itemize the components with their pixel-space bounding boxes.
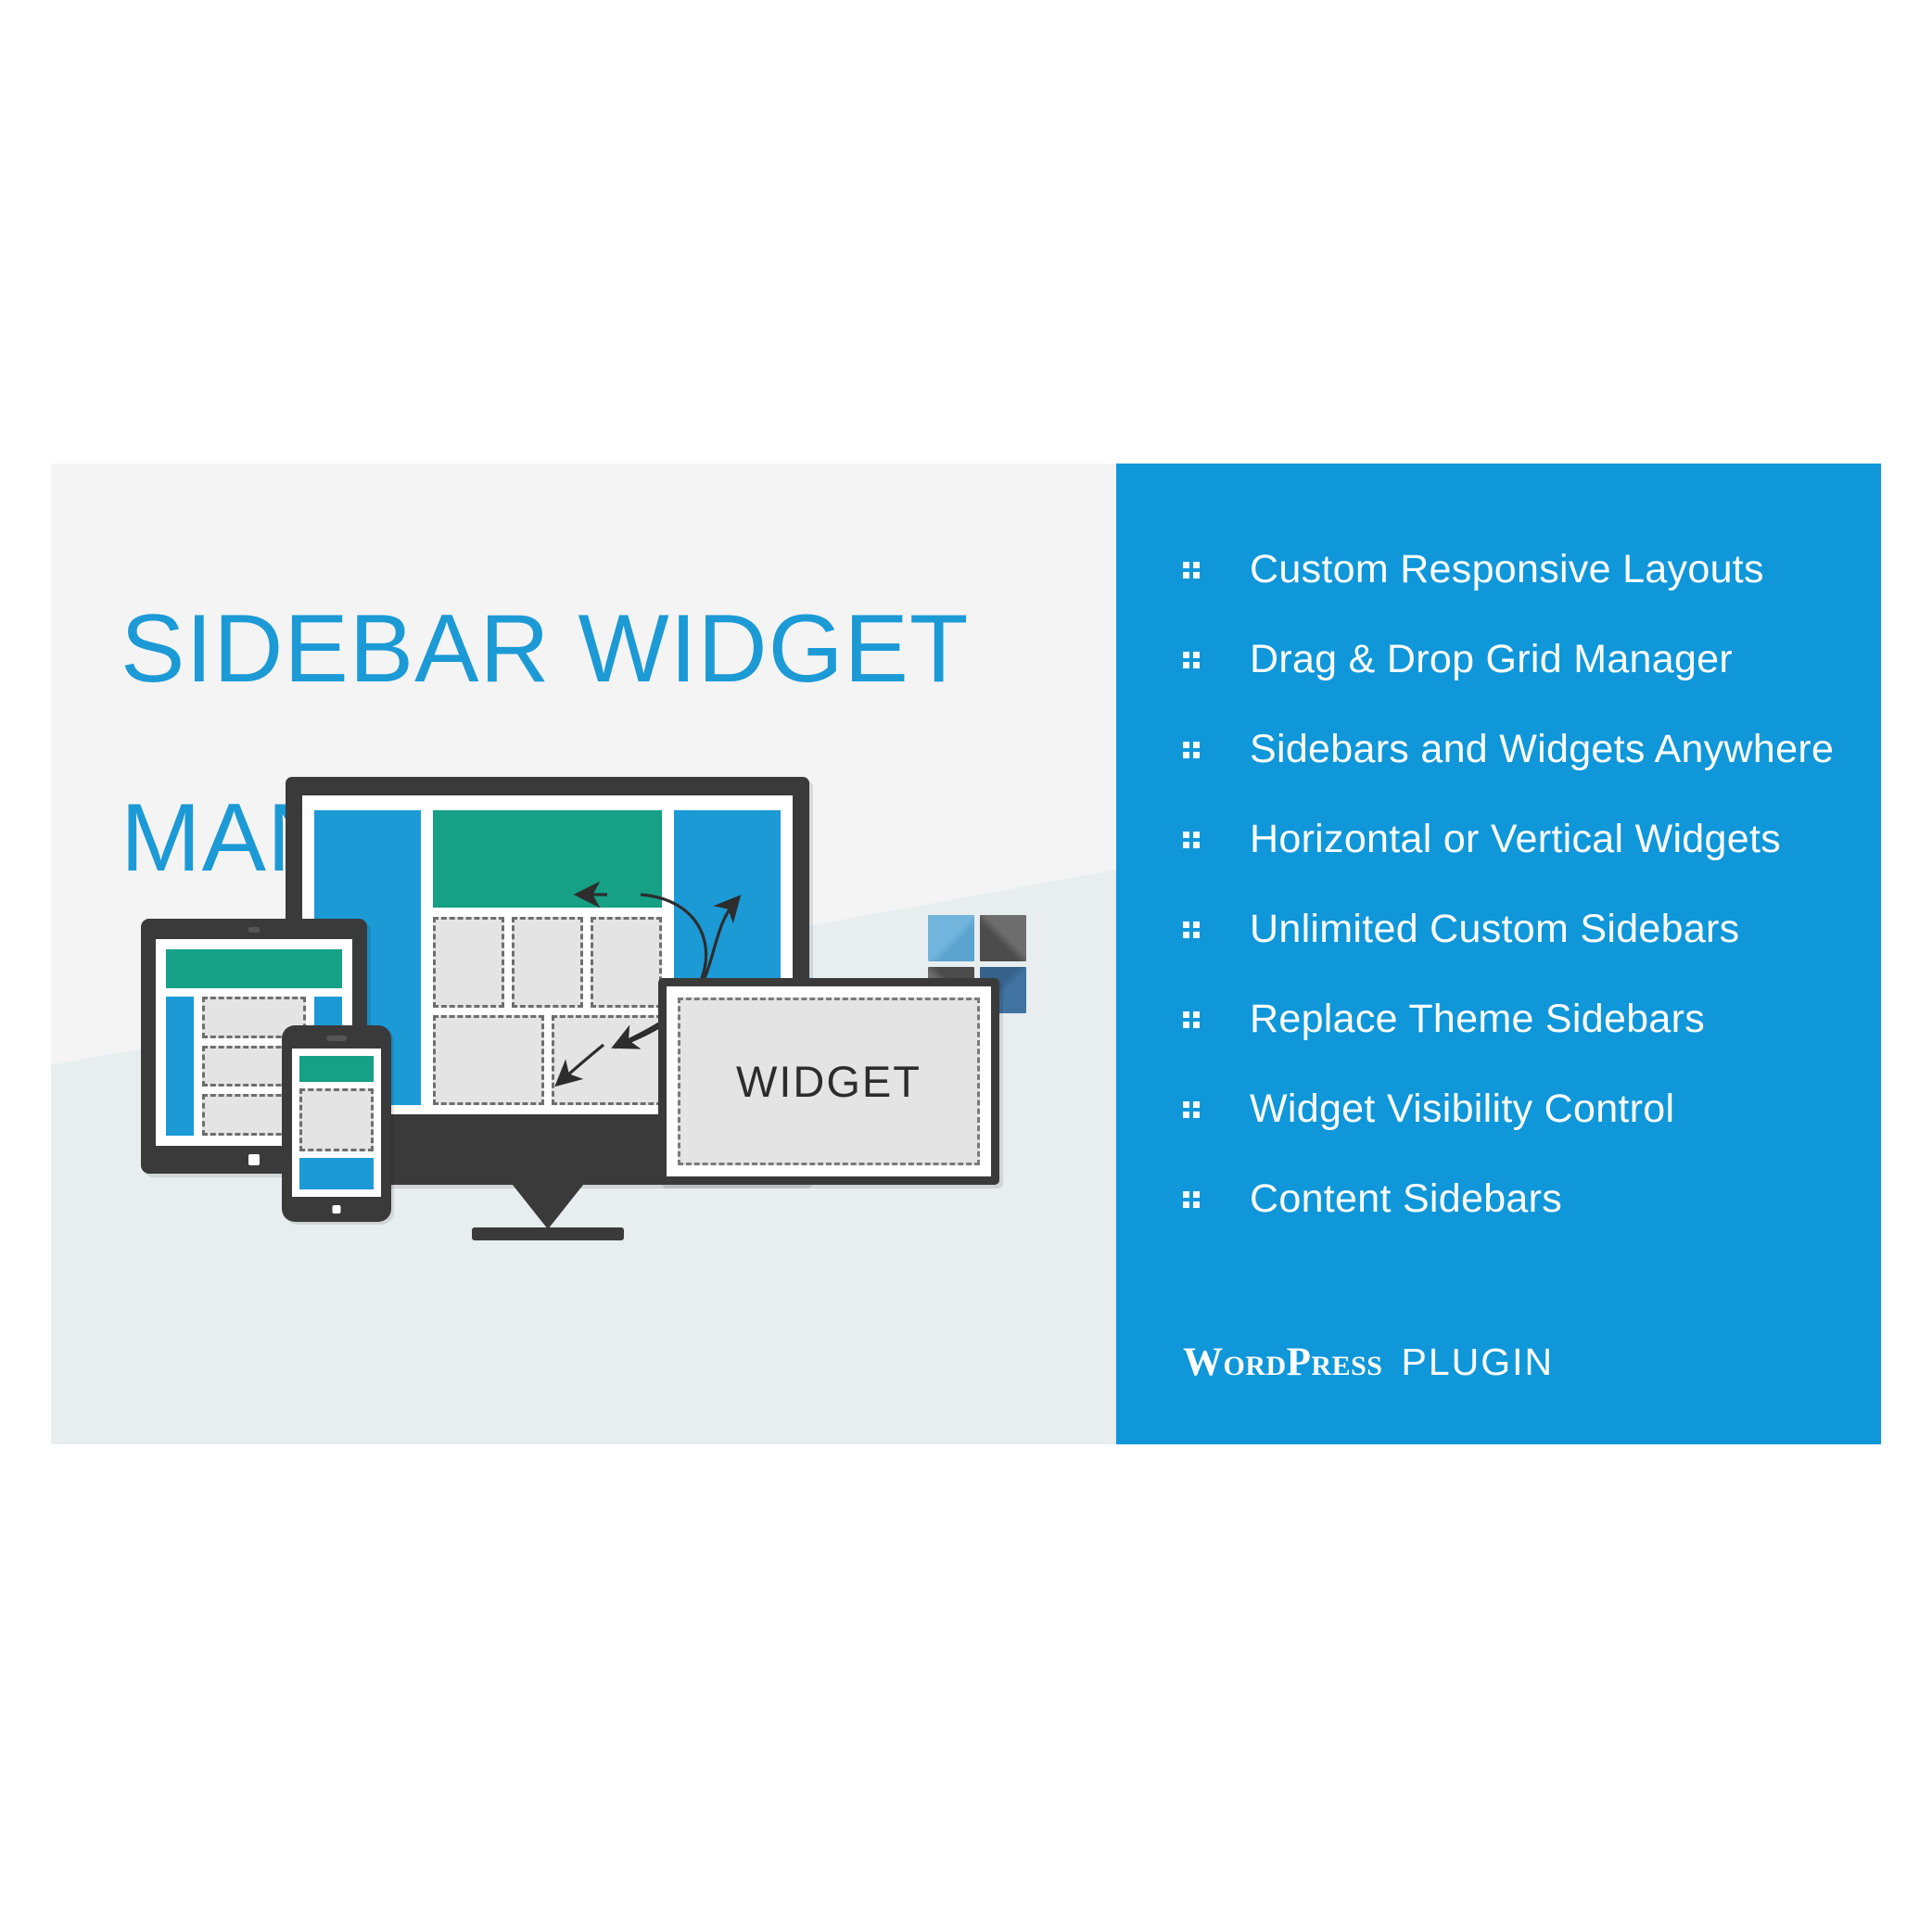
grid-dots-icon: [1183, 1100, 1200, 1118]
feature-label: Content Sidebars: [1250, 1176, 1563, 1221]
tablet-left-sidebar: [166, 997, 194, 1136]
feature-item: Horizontal or Vertical Widgets: [1183, 794, 1881, 884]
widget-card-dropzone: WIDGET: [678, 998, 980, 1165]
phone-speaker-icon: [326, 1036, 347, 1041]
monitor-content-column: [433, 810, 662, 1105]
monitor-widget-box: [591, 917, 662, 1008]
tablet-header-block: [166, 949, 342, 988]
feature-item: Drag & Drop Grid Manager: [1183, 615, 1881, 705]
phone-illustration: [282, 1025, 391, 1222]
phone-widget-box: [299, 1088, 374, 1151]
grid-dots-icon: [1183, 1190, 1200, 1208]
feature-label: Widget Visibility Control: [1250, 1087, 1675, 1131]
plugin-label: PLUGIN: [1401, 1341, 1555, 1383]
grid-dots-icon: [1183, 1010, 1200, 1028]
widget-card-label: WIDGET: [736, 1057, 922, 1106]
monitor-widget-row: [433, 917, 662, 1008]
monitor-widget-row: [433, 1014, 662, 1105]
grid-dots-icon: [1183, 921, 1200, 938]
feature-list: Custom Responsive Layouts Drag & Drop Gr…: [1116, 525, 1881, 1244]
tablet-camera-icon: [248, 927, 260, 933]
wordpress-wordmark: WordPress: [1183, 1341, 1383, 1384]
monitor-header-block: [433, 810, 662, 908]
monitor-widget-box: [433, 1014, 544, 1105]
monitor-stand-neck: [504, 1176, 591, 1229]
tablet-home-button-icon: [248, 1154, 260, 1165]
feature-label: Unlimited Custom Sidebars: [1250, 907, 1740, 951]
left-panel: SIDEBAR WIDGET MANAGER: [51, 464, 1116, 1444]
feature-item: Sidebars and Widgets Anywhere: [1183, 705, 1881, 794]
feature-item: Content Sidebars: [1183, 1154, 1881, 1244]
wordpress-plugin-footer: WordPress PLUGIN: [1183, 1340, 1554, 1385]
right-panel: Custom Responsive Layouts Drag & Drop Gr…: [1116, 464, 1881, 1444]
feature-item: Custom Responsive Layouts: [1183, 525, 1881, 615]
grid-dots-icon: [1183, 831, 1200, 848]
monitor-widget-box: [512, 917, 583, 1008]
promo-banner: SIDEBAR WIDGET MANAGER: [51, 464, 1881, 1444]
feature-item: Replace Theme Sidebars: [1183, 974, 1881, 1064]
widget-card[interactable]: WIDGET: [658, 978, 999, 1185]
feature-label: Custom Responsive Layouts: [1250, 547, 1764, 591]
feature-label: Sidebars and Widgets Anywhere: [1250, 727, 1835, 771]
phone-screen: [292, 1049, 381, 1197]
monitor-stand-base: [471, 1227, 624, 1240]
phone-sidebar-block: [299, 1158, 374, 1189]
grid-dots-icon: [1183, 651, 1200, 668]
feature-item: Unlimited Custom Sidebars: [1183, 884, 1881, 974]
device-illustration: WIDGET: [51, 464, 1116, 1444]
grid-dots-icon: [1183, 561, 1200, 578]
phone-home-button-icon: [332, 1205, 341, 1214]
feature-label: Replace Theme Sidebars: [1250, 997, 1706, 1041]
feature-label: Drag & Drop Grid Manager: [1250, 637, 1734, 681]
grid-dots-icon: [1183, 741, 1200, 758]
monitor-widget-box: [433, 917, 504, 1008]
monitor-widget-box: [551, 1014, 662, 1105]
monitor-widget-grid: [433, 917, 662, 1105]
feature-label: Horizontal or Vertical Widgets: [1250, 817, 1781, 861]
feature-item: Widget Visibility Control: [1183, 1064, 1881, 1154]
phone-header-block: [299, 1056, 374, 1082]
